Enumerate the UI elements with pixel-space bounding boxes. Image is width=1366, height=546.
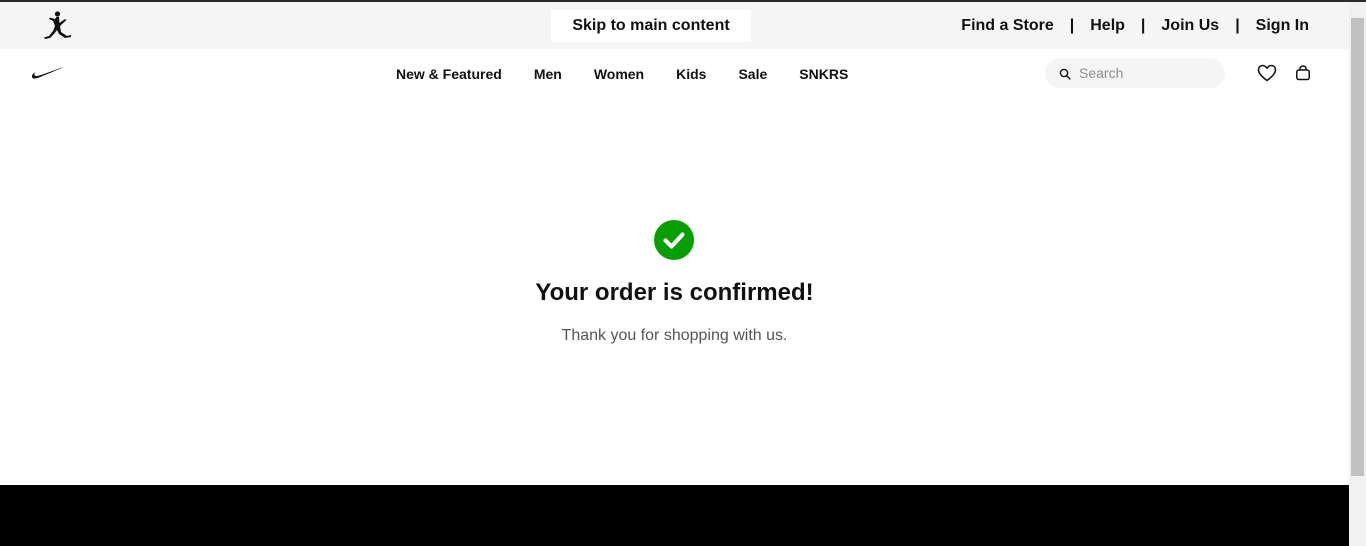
nav-new-featured[interactable]: New & Featured bbox=[396, 66, 502, 82]
separator: | bbox=[1069, 16, 1075, 34]
footer bbox=[0, 485, 1349, 546]
heart-icon bbox=[1257, 64, 1277, 82]
main-nav: New & Featured Men Women Kids Sale SNKRS bbox=[0, 49, 1349, 99]
page: Skip to main content Find a Store | Help… bbox=[0, 2, 1349, 546]
scrollbar-thumb[interactable] bbox=[1351, 18, 1364, 476]
nav-kids[interactable]: Kids bbox=[676, 66, 706, 82]
checkmark-circle-icon bbox=[654, 220, 694, 260]
separator: | bbox=[1140, 16, 1146, 34]
join-us-link[interactable]: Join Us bbox=[1161, 17, 1219, 35]
separator: | bbox=[1235, 16, 1240, 34]
bag-button[interactable] bbox=[1292, 62, 1314, 84]
utility-bar: Skip to main content Find a Store | Help… bbox=[0, 2, 1349, 49]
nav-women[interactable]: Women bbox=[594, 66, 644, 82]
skip-to-main-content-link[interactable]: Skip to main content bbox=[551, 10, 751, 42]
nav-snkrs[interactable]: SNKRS bbox=[799, 66, 848, 82]
swoosh-logo-icon[interactable] bbox=[31, 66, 65, 80]
jordan-logo-icon[interactable] bbox=[40, 10, 74, 42]
find-a-store-link[interactable]: Find a Store bbox=[961, 17, 1053, 35]
sign-in-link[interactable]: Sign In bbox=[1256, 17, 1309, 35]
confirmation-title: Your order is confirmed! bbox=[535, 279, 814, 306]
primary-nav-links: New & Featured Men Women Kids Sale SNKRS bbox=[396, 49, 848, 99]
nav-men[interactable]: Men bbox=[534, 66, 562, 82]
search-input[interactable] bbox=[1079, 65, 1219, 81]
order-confirmation: Your order is confirmed! Thank you for s… bbox=[0, 99, 1349, 485]
favorites-button[interactable] bbox=[1256, 63, 1278, 83]
bag-icon bbox=[1296, 65, 1310, 81]
confirmation-subtitle: Thank you for shopping with us. bbox=[561, 327, 788, 344]
vertical-scrollbar[interactable] bbox=[1349, 2, 1366, 546]
utility-links: Find a Store | Help | Join Us | Sign In bbox=[961, 2, 1309, 49]
search-icon bbox=[1059, 67, 1071, 80]
nav-sale[interactable]: Sale bbox=[738, 66, 767, 82]
search-box[interactable] bbox=[1045, 58, 1225, 88]
help-link[interactable]: Help bbox=[1090, 17, 1125, 35]
